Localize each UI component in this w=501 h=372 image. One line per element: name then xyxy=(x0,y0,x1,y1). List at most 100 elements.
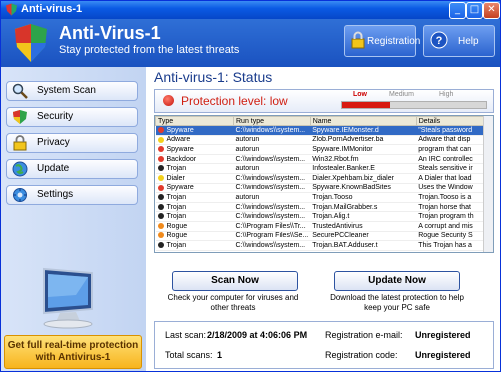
table-row[interactable]: Adware autorun Zlob.PornAdvertiser.ba Adwar… xyxy=(155,135,489,146)
threat-type-cell: Trojan xyxy=(155,192,234,203)
minimize-button[interactable]: _ xyxy=(449,2,466,19)
table-row[interactable]: Backdoor C:\\windows\\system... Win32.Rbot… xyxy=(155,154,489,165)
threat-name-cell: SecurePCCleaner xyxy=(310,231,417,242)
column-header-details[interactable]: Details xyxy=(415,116,489,126)
threat-type-text: Trojan xyxy=(166,241,187,249)
main-panel: Anti-virus-1: Status Protection level: l… xyxy=(146,67,500,371)
sidebar-item-label: Privacy xyxy=(37,137,70,148)
threat-type-text: Trojan xyxy=(166,203,187,211)
threat-details-cell: A corrupt and mis xyxy=(416,221,489,232)
protection-level-text: Protection level: low xyxy=(181,94,288,108)
threat-type-cell: Spyware xyxy=(155,144,234,155)
run-type-cell: C:\\windows\\system... xyxy=(233,154,311,165)
threat-type-cell: Backdoor xyxy=(155,154,234,165)
promo-banner[interactable]: Get full real-time protection with Antiv… xyxy=(4,335,142,369)
scan-now-button[interactable]: Scan Now xyxy=(172,271,298,291)
globe-icon xyxy=(12,161,28,177)
threat-type-text: Trojan xyxy=(166,213,187,221)
table-scrollbar[interactable] xyxy=(483,116,493,252)
table-row[interactable]: Rogue C:\\Program Files\\Tr... TrustedAnti… xyxy=(155,221,489,232)
registration-email-value: Unregistered xyxy=(415,330,471,340)
sidebar-item-label: Settings xyxy=(37,189,74,200)
threat-name-cell: Trojan.MailGrabber.s xyxy=(310,202,417,213)
actions-area: Scan Now Check your computer for viruses… xyxy=(154,267,492,323)
table-row[interactable]: Spyware C:\\windows\\system... Spyware.Kno… xyxy=(155,183,489,194)
threats-table[interactable]: Type Run type Name Details Spyware C:\\wi… xyxy=(154,115,494,253)
registration-code-value: Unregistered xyxy=(415,350,471,360)
gear-icon xyxy=(13,188,27,202)
run-type-cell: autorun xyxy=(233,135,311,146)
table-header-row: Type Run type Name Details xyxy=(155,116,489,126)
table-row[interactable]: Trojan C:\\windows\\system... Trojan.BAT.A… xyxy=(155,240,489,251)
threat-details-cell: Uses the Window xyxy=(416,183,489,194)
sidebar: System Scan Security Privacy Update Sett… xyxy=(1,67,146,371)
threat-severity-icon xyxy=(157,136,164,143)
run-type-cell: C:\\Program Files\\Tr... xyxy=(233,221,311,232)
total-scans-label: Total scans: xyxy=(165,350,213,360)
run-type-cell: C:\\windows\\system... xyxy=(233,202,311,213)
threat-details-cell: Trojan horse that xyxy=(416,202,489,213)
last-scan-label: Last scan: xyxy=(165,330,207,340)
threat-type-text: Adware xyxy=(166,136,191,144)
app-window: Anti-virus-1 _ □ ✕ Anti-Virus-1 Stay pro… xyxy=(0,0,501,372)
threat-name-cell: Trojan.Alig.t xyxy=(310,211,417,222)
threat-type-text: Spyware xyxy=(166,184,194,192)
magnifier-icon xyxy=(12,83,28,99)
sidebar-item-label: System Scan xyxy=(37,85,96,96)
threat-name-cell: Spyware.IMMonitor xyxy=(310,144,417,155)
scan-info-panel: Last scan: 2/18/2009 at 4:06:06 PM Total… xyxy=(154,321,494,369)
threat-details-cell: This Trojan has a xyxy=(416,240,489,251)
run-type-cell: autorun xyxy=(233,163,311,174)
threat-type-cell: Trojan xyxy=(155,202,234,213)
threat-details-cell: "Steals password xyxy=(416,125,489,136)
table-row[interactable]: Spyware C:\\windows\\system... Spyware.IEM… xyxy=(155,125,489,136)
sidebar-item-settings[interactable]: Settings xyxy=(6,185,138,205)
threat-severity-icon xyxy=(157,174,164,181)
table-row[interactable]: Spyware autorun Spyware.IMMonitor program t… xyxy=(155,144,489,155)
threat-name-cell: Win32.Rbot.fm xyxy=(310,154,417,165)
threat-type-text: Trojan xyxy=(166,165,187,173)
threat-name-cell: Spyware.IEMonster.d xyxy=(310,125,417,136)
threat-severity-icon xyxy=(157,222,164,229)
lock-icon xyxy=(13,135,27,151)
help-label: Help xyxy=(458,36,479,47)
threat-severity-icon xyxy=(157,213,164,220)
column-header-type[interactable]: Type xyxy=(155,116,234,126)
sidebar-item-privacy[interactable]: Privacy xyxy=(6,133,138,153)
table-row[interactable]: Rogue C:\\Program Files\\Se... SecurePCCle… xyxy=(155,231,489,242)
sidebar-item-label: Update xyxy=(37,163,70,174)
close-button[interactable]: ✕ xyxy=(483,2,500,19)
table-row[interactable]: Trojan autorun Trojan.Tooso Trojan.Tooso is… xyxy=(155,192,489,203)
table-row[interactable]: Trojan autorun Infostealer.Banker.E Steals … xyxy=(155,163,489,174)
threat-severity-icon xyxy=(157,232,164,239)
registration-button[interactable]: Registration xyxy=(344,25,420,57)
help-button[interactable]: ? Help xyxy=(423,25,495,57)
threat-severity-icon xyxy=(157,126,164,133)
threat-type-cell: Trojan xyxy=(155,211,234,222)
column-header-name[interactable]: Name xyxy=(309,116,417,126)
svg-text:?: ? xyxy=(436,35,443,47)
threat-severity-icon xyxy=(157,184,164,191)
run-type-cell: C:\\Program Files\\Se... xyxy=(233,231,311,242)
threat-name-cell: Spyware.KnownBadSites xyxy=(310,183,417,194)
level-label-low: Low xyxy=(353,91,367,98)
app-title: Anti-Virus-1 xyxy=(59,23,161,43)
help-icon: ? xyxy=(430,31,448,49)
shield-icon xyxy=(6,3,17,16)
protection-level-fill xyxy=(342,102,390,108)
threat-details-cell: Adware that disp xyxy=(416,135,489,146)
update-now-button[interactable]: Update Now xyxy=(334,271,460,291)
threat-severity-icon xyxy=(157,242,164,249)
threat-type-text: Spyware xyxy=(166,145,194,153)
table-row[interactable]: Dialer C:\\windows\\system... Dialer.Xpehb… xyxy=(155,173,489,184)
maximize-button[interactable]: □ xyxy=(466,2,483,19)
table-row[interactable]: Trojan C:\\windows\\system... Trojan.MailG… xyxy=(155,202,489,213)
column-header-run-type[interactable]: Run type xyxy=(233,116,311,126)
sidebar-item-system-scan[interactable]: System Scan xyxy=(6,81,138,101)
page-title: Anti-virus-1: Status xyxy=(154,69,273,85)
sidebar-item-security[interactable]: Security xyxy=(6,107,138,127)
threat-type-cell: Spyware xyxy=(155,183,234,194)
threat-name-cell: Trojan.BAT.Adduser.t xyxy=(310,240,417,251)
table-row[interactable]: Trojan C:\\windows\\system... Trojan.Alig.… xyxy=(155,211,489,222)
sidebar-item-update[interactable]: Update xyxy=(6,159,138,179)
